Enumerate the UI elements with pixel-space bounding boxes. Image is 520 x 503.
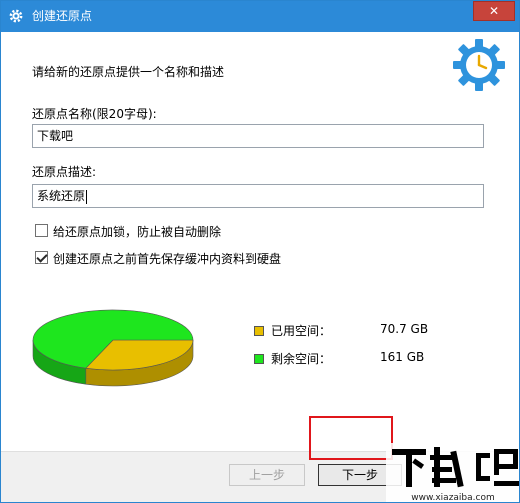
- highlight-frame: [309, 416, 393, 460]
- settings-gear-icon: [9, 9, 23, 23]
- name-label: 还原点名称(限20字母):: [32, 107, 157, 121]
- window-title: 创建还原点: [32, 9, 93, 23]
- restore-point-description-input[interactable]: 系统还原: [32, 184, 484, 208]
- lock-restore-point-checkbox[interactable]: [35, 224, 48, 237]
- name-input-value: 下载吧: [37, 129, 74, 143]
- dialog-body: 请给新的还原点提供一个名称和描述 还原点名称(限20字母): 下载吧 还原点描述…: [1, 32, 519, 502]
- restore-point-name-input[interactable]: 下载吧: [32, 124, 484, 148]
- gear-clock-icon: [453, 39, 505, 91]
- used-space-swatch: [254, 326, 264, 336]
- used-space-label: 已用空间：: [271, 324, 332, 338]
- free-space-label: 剩余空间：: [271, 352, 332, 366]
- text-caret: [86, 189, 88, 204]
- used-space-value: 70.7 GB: [380, 322, 429, 336]
- description-label: 还原点描述:: [32, 165, 97, 179]
- watermark-url: www.xiazaiba.com: [411, 493, 495, 503]
- instruction-text: 请给新的还原点提供一个名称和描述: [32, 65, 225, 79]
- free-space-swatch: [254, 354, 264, 364]
- xiazaiba-watermark-logo: www.xiazaiba.com: [386, 443, 519, 503]
- free-space-value: 161 GB: [380, 350, 425, 364]
- close-button[interactable]: ✕: [473, 1, 515, 21]
- create-restore-point-dialog: 创建还原点 ✕ 请给新的还原点提供一个名称和描述 还原点名称(限20字母): 下…: [0, 0, 520, 503]
- flush-checkbox-label[interactable]: 创建还原点之前首先保存缓冲内资料到硬盘: [53, 250, 281, 267]
- description-input-value: 系统还原: [37, 189, 86, 203]
- disk-usage-pie-chart: [32, 309, 194, 387]
- previous-step-button[interactable]: 上一步: [229, 464, 305, 486]
- flush-cache-checkbox[interactable]: [35, 251, 48, 264]
- title-bar[interactable]: 创建还原点 ✕: [1, 1, 519, 32]
- lock-checkbox-label[interactable]: 给还原点加锁，防止被自动删除: [53, 223, 221, 240]
